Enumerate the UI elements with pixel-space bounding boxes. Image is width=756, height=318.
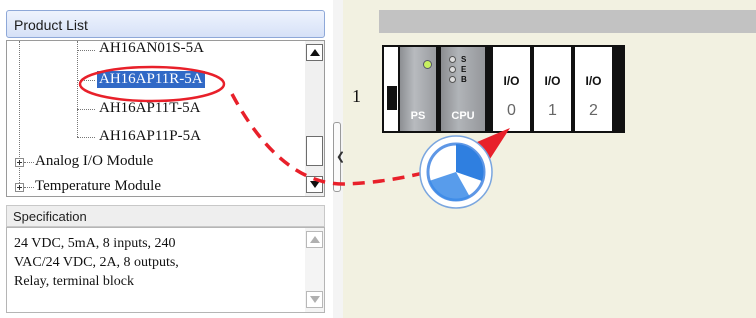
- tree-item-folder[interactable]: Analog I/O Module: [35, 153, 153, 170]
- io-slot-label: I/O: [585, 74, 602, 88]
- tree-scrollbar[interactable]: [305, 41, 324, 196]
- tree-connector: [24, 162, 34, 163]
- power-led-icon: [423, 60, 432, 69]
- io-slot-number: 1: [548, 102, 557, 119]
- tree-connector: [77, 50, 95, 51]
- scroll-up-icon: [310, 236, 320, 243]
- scroll-down-button[interactable]: [306, 176, 323, 193]
- tree-connector: [77, 109, 95, 110]
- status-led-icon: [449, 56, 456, 63]
- io-slot-label: I/O: [503, 74, 520, 88]
- spec-line: VAC/24 VDC, 2A, 8 outputs,: [14, 255, 179, 270]
- product-tree-content: AH16AN01S-5A AH16AP11R-5A AH16AP11T-5A A…: [7, 41, 307, 196]
- spec-scroll-up-button[interactable]: [306, 231, 323, 248]
- product-list-header: Product List: [6, 10, 325, 38]
- tree-connector: [19, 41, 20, 191]
- tree-item[interactable]: AH16AN01S-5A: [99, 41, 204, 57]
- cpu-module-label: CPU: [451, 110, 475, 122]
- tree-connector: [24, 187, 34, 188]
- scroll-up-button[interactable]: [306, 44, 323, 61]
- tree-item-folder[interactable]: Temperature Module: [35, 178, 161, 195]
- scroll-up-icon: [310, 49, 320, 56]
- spec-line: Relay, terminal block: [14, 274, 134, 289]
- cpu-led-label: S: [461, 55, 467, 64]
- specification-box: 24 VDC, 5mA, 8 inputs, 240 VAC/24 VDC, 2…: [6, 227, 325, 313]
- cpu-led-label: B: [461, 75, 467, 84]
- io-slot-label: I/O: [544, 74, 561, 88]
- ps-module-label: PS: [410, 110, 426, 122]
- expand-plus-icon[interactable]: [15, 158, 24, 167]
- spec-line: 24 VDC, 5mA, 8 inputs, 240: [14, 236, 176, 251]
- tree-connector: [77, 41, 78, 137]
- workspace-header-bar: [379, 10, 756, 33]
- specification-header: Specification: [6, 205, 325, 227]
- scroll-down-icon: [310, 296, 320, 303]
- status-led-icon: [449, 66, 456, 73]
- tree-item[interactable]: AH16AP11T-5A: [99, 100, 200, 117]
- rack-row-number: 1: [352, 86, 361, 106]
- tree-item-selected[interactable]: AH16AP11R-5A: [97, 71, 205, 88]
- product-tree[interactable]: AH16AN01S-5A AH16AP11R-5A AH16AP11T-5A A…: [6, 40, 325, 197]
- io-slot-number: 0: [507, 102, 516, 119]
- tree-connector: [77, 137, 95, 138]
- expand-plus-icon[interactable]: [15, 183, 24, 192]
- spec-scrollbar[interactable]: [305, 228, 324, 312]
- product-list-title: Product List: [14, 17, 88, 33]
- left-panel: Product List AH16AN01S-5A AH16AP11R-5A A…: [0, 0, 333, 318]
- specification-text: 24 VDC, 5mA, 8 inputs, 240 VAC/24 VDC, 2…: [14, 234, 299, 291]
- cpu-led-label: E: [461, 65, 467, 74]
- status-led-icon: [449, 76, 456, 83]
- tree-connector: [77, 80, 95, 81]
- tree-item[interactable]: AH16AP11P-5A: [99, 128, 201, 145]
- spec-scroll-down-button[interactable]: [306, 291, 323, 308]
- rack-connector: [387, 86, 397, 110]
- scroll-thumb[interactable]: [306, 136, 323, 166]
- specification-title: Specification: [13, 209, 87, 224]
- scroll-down-icon: [310, 181, 320, 188]
- io-slot-number: 2: [589, 102, 598, 119]
